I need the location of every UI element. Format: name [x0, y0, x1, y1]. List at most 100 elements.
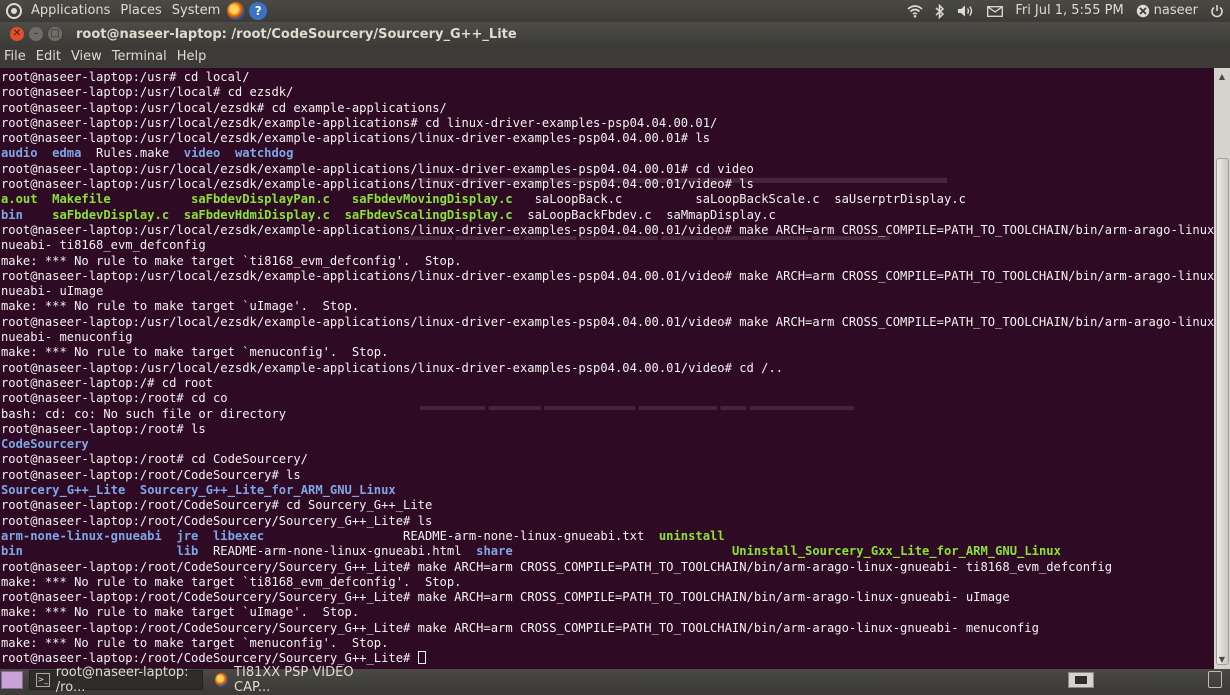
terminal-text: saLoopBackFbdev.c saMmapDisplay.c [512, 207, 776, 222]
terminal-line: bin lib README-arm-none-linux-gnueabi.ht… [1, 544, 1213, 559]
directory-entry: arm-none-linux-gnueabi [1, 528, 162, 543]
user-name: naseer [1153, 3, 1198, 18]
terminal-icon: >_ [36, 673, 50, 687]
clock-datetime[interactable]: Fri Jul 1, 5:55 PM [1015, 0, 1123, 22]
executable-entry: Uninstall_Sourcery_Gxx_Lite_for_ARM_GNU_… [731, 544, 1061, 559]
terminal-text: root@naseer-laptop:/usr/local/ezsdk/exam… [1, 314, 1214, 329]
directory-entry: Sourcery_G++_Lite [1, 483, 126, 498]
terminal-text: root@naseer-laptop:/root/CodeSourcery# l… [1, 467, 301, 482]
terminal-line: root@naseer-laptop:/usr/local/ezsdk/exam… [1, 269, 1214, 284]
terminal-text: root@naseer-laptop:/root/CodeSourcery# c… [1, 498, 433, 513]
terminal-menubar: File Edit View Terminal Help [0, 46, 1230, 68]
terminal-text: nueabi- uImage [1, 284, 104, 299]
directory-entry: audio [1, 146, 38, 161]
directory-entry: video [183, 146, 221, 161]
terminal-text: root@naseer-laptop:/root/CodeSourcery/So… [1, 620, 1039, 635]
terminal-line: root@naseer-laptop:/root/CodeSourcery/So… [1, 560, 1213, 575]
terminal-line: root@naseer-laptop:/# cd root [1, 376, 1213, 391]
executable-entry: saFbdevScalingDisplay.c [344, 207, 513, 222]
executable-entry: Makefile [52, 192, 111, 207]
terminal-line: root@naseer-laptop:/usr/local/ezsdk/exam… [1, 361, 1213, 376]
terminal-line: root@naseer-laptop:/root/CodeSourcery# l… [1, 468, 1213, 483]
wifi-icon[interactable] [907, 4, 923, 18]
terminal-text: root@naseer-laptop:/usr/local/ezsdk/exam… [1, 360, 784, 375]
executable-entry: saFbdevHdmiDisplay.c [183, 207, 330, 222]
system-menu[interactable]: System [167, 0, 225, 22]
maximize-window-button[interactable]: □ [48, 27, 62, 41]
executable-entry: saFbdevMovingDisplay.c [351, 192, 513, 207]
terminal-line: root@naseer-laptop:/usr/local/ezsdk/exam… [1, 222, 1214, 238]
terminal-text: root@naseer-laptop:/root/CodeSourcery/So… [1, 590, 1010, 605]
directory-entry: edma [52, 146, 82, 161]
menu-help[interactable]: Help [172, 46, 212, 68]
firefox-launcher-icon[interactable] [227, 2, 246, 20]
terminal-line: audio edma Rules.make video watchdog [1, 146, 1213, 161]
window-titlebar[interactable]: ✕ – □ root@naseer-laptop: /root/CodeSour… [0, 22, 1230, 46]
scrollbar-thumb[interactable] [1216, 158, 1229, 665]
terminal-text: root@naseer-laptop:/root# cd CodeSourcer… [1, 452, 308, 467]
minimize-window-button[interactable]: – [29, 27, 43, 41]
menu-view[interactable]: View [66, 46, 107, 68]
close-window-button[interactable]: ✕ [10, 27, 24, 41]
bluetooth-icon[interactable] [935, 3, 945, 19]
directory-entry: jre [176, 528, 199, 543]
terminal-text: make: *** No rule to make target `menuco… [1, 635, 389, 650]
terminal-line: root@naseer-laptop:/root/CodeSourcery/So… [1, 514, 1213, 529]
taskbar-item-terminal[interactable]: >_ root@naseer-laptop: /ro... [29, 665, 203, 695]
terminal-text: make: *** No rule to make target `menuco… [1, 345, 389, 360]
menu-terminal[interactable]: Terminal [107, 46, 172, 68]
terminal-line: root@naseer-laptop:/usr/local/ezsdk# cd … [1, 101, 1213, 116]
terminal-scrollbar[interactable]: ▲ ▼ [1214, 68, 1230, 669]
taskbar-item-browser[interactable]: TI81XX PSP VIDEO CAP... [209, 665, 389, 695]
scroll-down-arrow-icon[interactable]: ▼ [1214, 653, 1230, 667]
terminal-text: make: *** No rule to make target `ti8168… [1, 574, 462, 589]
terminal-line: make: *** No rule to make target `ti8168… [1, 575, 1213, 590]
trash-icon[interactable] [1208, 671, 1222, 688]
executable-entry: a.out [1, 192, 38, 207]
directory-entry: watchdog [234, 146, 294, 161]
terminal-line: root@naseer-laptop:/usr/local/ezsdk/exam… [1, 314, 1214, 330]
terminal-line: make: *** No rule to make target `menuco… [1, 636, 1213, 651]
shutdown-icon[interactable] [1210, 4, 1224, 18]
applications-menu[interactable]: Applications [26, 0, 115, 22]
terminal-line: root@naseer-laptop:/usr# cd local/ [1, 70, 1213, 85]
menu-file[interactable]: File [0, 46, 31, 68]
terminal-line: bash: cd: co: No such file or directory [1, 407, 1213, 422]
menu-edit[interactable]: Edit [31, 46, 66, 68]
executable-entry: uninstall [658, 528, 725, 543]
directory-entry: lib [176, 544, 199, 559]
terminal-text: README-arm-none-linux-gnueabi.html [198, 544, 477, 559]
terminal-text: root@naseer-laptop:/usr/local/ezsdk/exam… [1, 161, 754, 176]
terminal-line: root@naseer-laptop:/root# cd co [1, 391, 1213, 406]
volume-icon[interactable] [957, 4, 975, 18]
terminal-line: root@naseer-laptop:/usr/local# cd ezsdk/ [1, 85, 1213, 100]
scroll-up-arrow-icon[interactable]: ▲ [1214, 70, 1230, 84]
places-menu[interactable]: Places [115, 0, 166, 22]
terminal-text: root@naseer-laptop:/usr/local/ezsdk/exam… [1, 222, 1214, 237]
top-panel: Applications Places System ? Fri Jul 1, … [0, 0, 1230, 22]
terminal-line: arm-none-linux-gnueabi jre libexec READM… [1, 529, 1213, 544]
terminal-line: nueabi- menuconfig [1, 330, 1213, 345]
terminal-area[interactable]: ▬▬▬▬▬▬▬▬▬▬▬▬▬▬▬▬▬▬▬▬▬▬▬▬▬▬▬▬▬▬▬ ▬▬▬▬ ▬▬▬… [0, 68, 1214, 669]
terminal-line: root@naseer-laptop:/root/CodeSourcery/So… [1, 621, 1213, 636]
terminal-line: root@naseer-laptop:/usr/local/ezsdk/exam… [1, 131, 1213, 146]
show-desktop-icon[interactable] [1, 671, 23, 689]
terminal-text: root@naseer-laptop:/usr/local/ezsdk/exam… [1, 131, 711, 146]
ubuntu-logo-icon[interactable] [6, 3, 22, 19]
user-menu[interactable]: naseer [1136, 0, 1198, 22]
executable-entry: saFbdevDisplay.c [52, 207, 170, 222]
terminal-line: root@naseer-laptop:/usr/local/ezsdk/exam… [1, 116, 1213, 131]
help-launcher-icon[interactable]: ? [249, 2, 268, 20]
directory-entry: bin [1, 207, 23, 222]
workspace-switcher[interactable] [1068, 672, 1094, 688]
mail-icon[interactable] [987, 5, 1004, 17]
executable-entry: saFbdevDisplayPan.c [191, 192, 330, 207]
